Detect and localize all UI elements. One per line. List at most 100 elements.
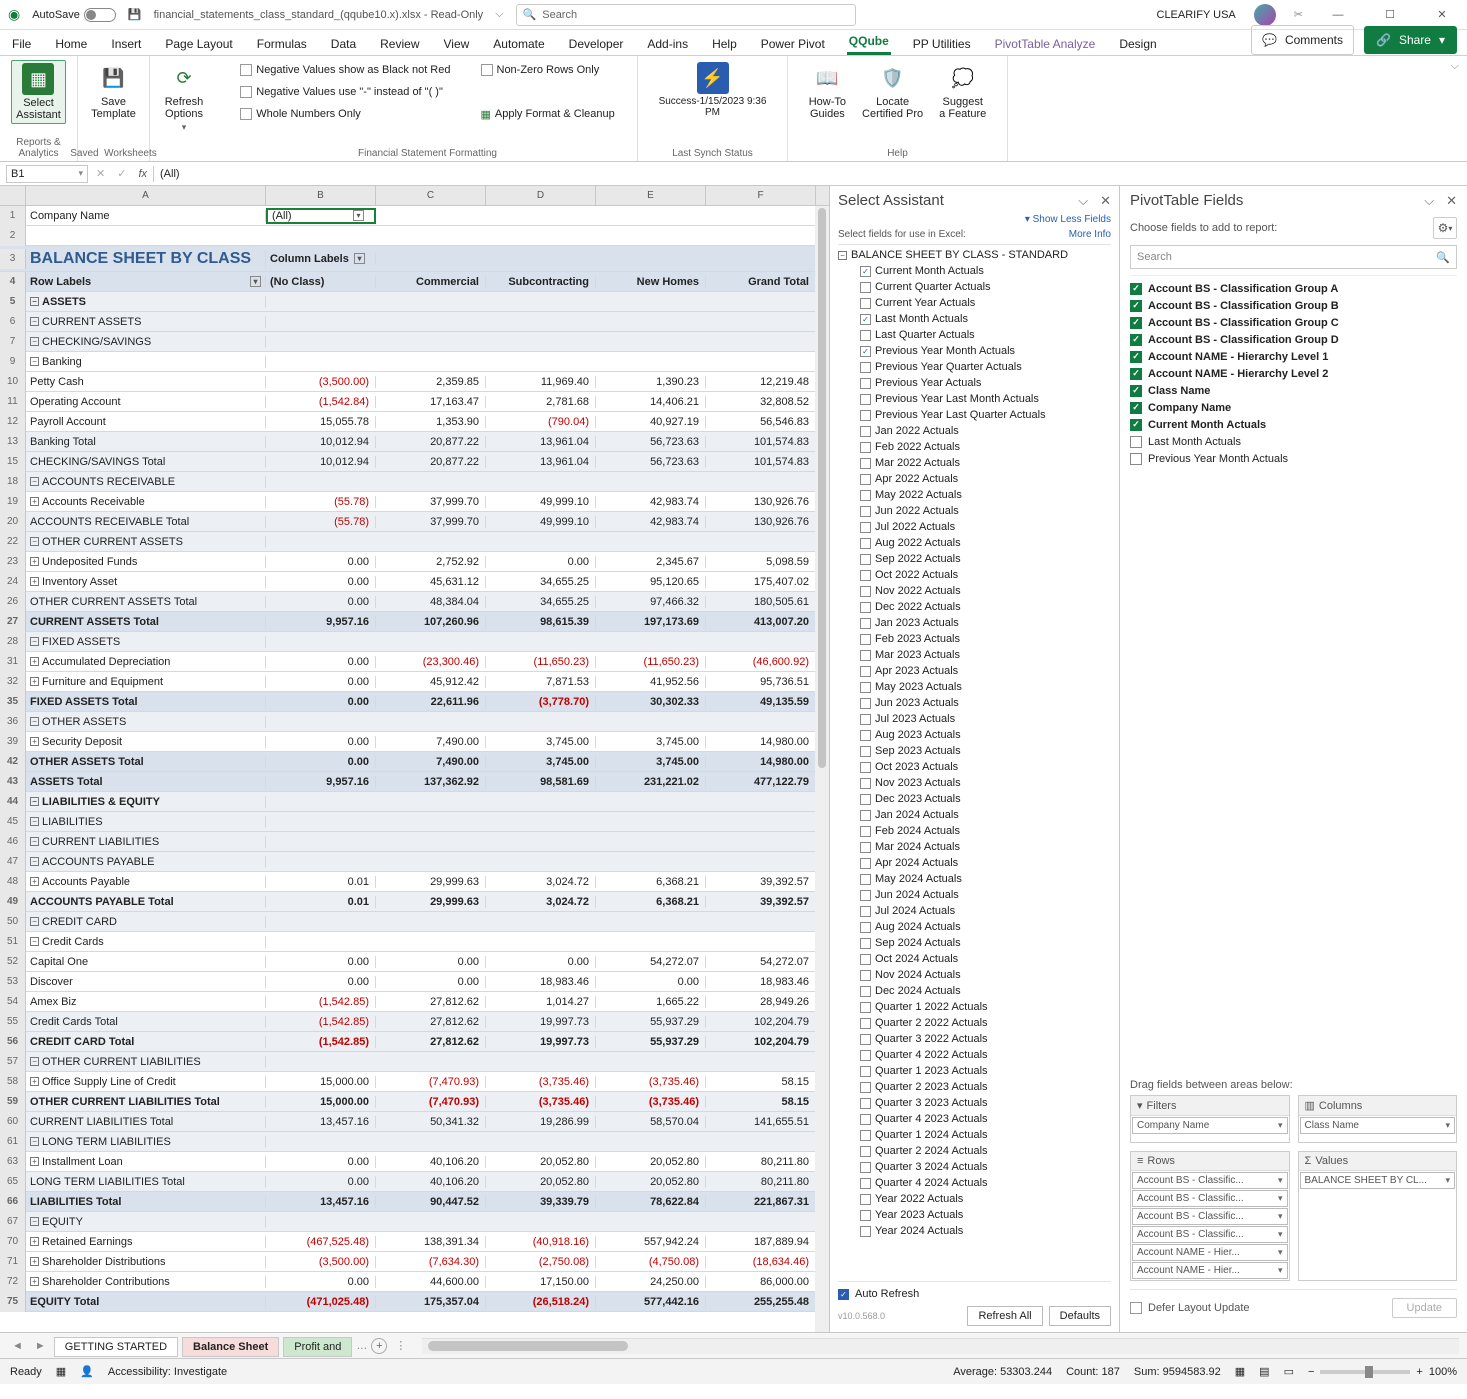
minus-icon[interactable]: − xyxy=(30,857,39,866)
tree-item[interactable]: Feb 2022 Actuals xyxy=(838,439,1111,455)
tree-item[interactable]: Jul 2022 Actuals xyxy=(838,519,1111,535)
minus-icon[interactable]: − xyxy=(30,1217,39,1226)
checkbox[interactable] xyxy=(860,794,871,805)
sheet-tab[interactable]: GETTING STARTED xyxy=(54,1337,178,1357)
checkbox[interactable] xyxy=(860,506,871,517)
plus-icon[interactable]: + xyxy=(30,737,39,746)
table-row[interactable]: 35FIXED ASSETS Total0.0022,611.96(3,778.… xyxy=(0,692,829,712)
area-field[interactable]: Account NAME - Hier...▾ xyxy=(1132,1244,1288,1261)
table-row[interactable]: 24+Inventory Asset0.0045,631.1234,655.25… xyxy=(0,572,829,592)
table-row[interactable]: 19+Accounts Receivable(55.78)37,999.7049… xyxy=(0,492,829,512)
ribbon-tab[interactable]: Automate xyxy=(491,33,546,55)
values-area[interactable]: ΣValues BALANCE SHEET BY CL...▾ xyxy=(1298,1151,1458,1281)
chevron-down-icon[interactable]: ▾ xyxy=(1278,1265,1283,1276)
filter-cell[interactable]: (All)▾ xyxy=(266,208,376,224)
collapse-icon[interactable]: ⌵ xyxy=(1424,193,1434,209)
select-all-corner[interactable] xyxy=(0,186,26,205)
col-F[interactable]: F xyxy=(706,186,816,205)
nav-prev[interactable]: ◄ xyxy=(8,1340,27,1352)
checkbox[interactable]: ✓ xyxy=(1130,402,1142,414)
tree-item[interactable]: Quarter 1 2024 Actuals xyxy=(838,1127,1111,1143)
pivot-field-item[interactable]: ✓Current Month Actuals xyxy=(1130,416,1457,433)
tree-item[interactable]: Nov 2024 Actuals xyxy=(838,967,1111,983)
gear-icon[interactable]: ⚙▾ xyxy=(1433,217,1457,239)
tree-item[interactable]: Current Year Actuals xyxy=(838,295,1111,311)
plus-icon[interactable]: + xyxy=(30,1237,39,1246)
collapse-icon[interactable]: ⌵ xyxy=(1078,193,1088,209)
checkbox[interactable] xyxy=(860,1162,871,1173)
show-less-link[interactable]: ▾ Show Less Fields xyxy=(1025,214,1111,225)
checkbox[interactable]: ✓ xyxy=(1130,351,1142,363)
select-assistant-button[interactable]: ▦ Select Assistant xyxy=(11,60,66,124)
autosave-toggle[interactable]: AutoSave xyxy=(32,8,116,22)
tree-item[interactable]: Year 2022 Actuals xyxy=(838,1191,1111,1207)
checkbox[interactable] xyxy=(860,298,871,309)
maximize-button[interactable]: ☐ xyxy=(1373,8,1407,21)
chevron-down-icon[interactable]: ▾ xyxy=(1445,1175,1450,1186)
ribbon-tab[interactable]: Help xyxy=(710,33,739,55)
nonzero-checkbox[interactable]: Non-Zero Rows Only xyxy=(481,60,615,80)
close-icon[interactable]: ✕ xyxy=(1100,193,1111,209)
plus-icon[interactable]: + xyxy=(30,657,39,666)
chevron-down-icon[interactable]: ▾ xyxy=(1278,1193,1283,1204)
ribbon-tab[interactable]: Home xyxy=(53,33,89,55)
ribbon-tab[interactable]: Insert xyxy=(109,33,143,55)
checkbox[interactable] xyxy=(860,634,871,645)
plus-icon[interactable]: + xyxy=(30,577,39,586)
plus-icon[interactable]: + xyxy=(30,497,39,506)
table-row[interactable]: 15CHECKING/SAVINGS Total10,012.9420,877.… xyxy=(0,452,829,472)
tree-root[interactable]: −BALANCE SHEET BY CLASS - STANDARD xyxy=(838,247,1111,263)
tree-item[interactable]: Quarter 1 2023 Actuals xyxy=(838,1063,1111,1079)
table-row[interactable]: 49ACCOUNTS PAYABLE Total0.0129,999.633,0… xyxy=(0,892,829,912)
chevron-down-icon[interactable]: ▾ xyxy=(1278,1229,1283,1240)
minus-icon[interactable]: − xyxy=(30,337,39,346)
table-row[interactable]: 36−OTHER ASSETS xyxy=(0,712,829,732)
tree-item[interactable]: Feb 2023 Actuals xyxy=(838,631,1111,647)
tree-item[interactable]: Oct 2022 Actuals xyxy=(838,567,1111,583)
checkbox[interactable] xyxy=(860,1050,871,1061)
pivot-field-item[interactable]: ✓Company Name xyxy=(1130,399,1457,416)
tree-item[interactable]: Sep 2023 Actuals xyxy=(838,743,1111,759)
checkbox[interactable] xyxy=(1130,436,1142,448)
tree-item[interactable]: Apr 2024 Actuals xyxy=(838,855,1111,871)
checkbox[interactable] xyxy=(860,890,871,901)
tree-item[interactable]: Mar 2023 Actuals xyxy=(838,647,1111,663)
tree-item[interactable]: Oct 2024 Actuals xyxy=(838,951,1111,967)
tree-item[interactable]: Jun 2023 Actuals xyxy=(838,695,1111,711)
toggle-icon[interactable] xyxy=(84,8,116,22)
locate-pro-button[interactable]: 🛡️Locate Certified Pro xyxy=(858,60,927,122)
tree-item[interactable]: Sep 2024 Actuals xyxy=(838,935,1111,951)
nav-next[interactable]: ► xyxy=(31,1340,50,1352)
plus-icon[interactable]: + xyxy=(30,1077,39,1086)
table-row[interactable]: 65LONG TERM LIABILITIES Total0.0040,106.… xyxy=(0,1172,829,1192)
minus-icon[interactable]: − xyxy=(30,537,39,546)
ribbon-tab[interactable]: PP Utilities xyxy=(911,33,973,55)
checkbox[interactable] xyxy=(860,1082,871,1093)
pivot-field-item[interactable]: ✓Class Name xyxy=(1130,382,1457,399)
refresh-options-button[interactable]: ⟳ Refresh Options ▾ xyxy=(161,60,208,135)
zoom-slider[interactable] xyxy=(1320,1370,1410,1374)
tree-item[interactable]: May 2022 Actuals xyxy=(838,487,1111,503)
area-field[interactable]: Account BS - Classific...▾ xyxy=(1132,1208,1288,1225)
column-headers[interactable]: A B C D E F xyxy=(0,186,829,206)
checkbox[interactable] xyxy=(860,954,871,965)
minimize-button[interactable]: — xyxy=(1321,9,1355,21)
formula-input[interactable]: (All) xyxy=(153,166,1467,182)
tree-item[interactable]: Dec 2022 Actuals xyxy=(838,599,1111,615)
table-row[interactable]: 45−LIABILITIES xyxy=(0,812,829,832)
tree-item[interactable]: May 2024 Actuals xyxy=(838,871,1111,887)
pivot-field-item[interactable]: ✓Account NAME - Hierarchy Level 1 xyxy=(1130,348,1457,365)
sheet-tabs[interactable]: ◄ ► GETTING STARTED Balance Sheet Profit… xyxy=(0,1332,1467,1358)
plus-icon[interactable]: + xyxy=(30,1257,39,1266)
sheet-tab-active[interactable]: Balance Sheet xyxy=(182,1337,279,1357)
close-button[interactable]: ✕ xyxy=(1425,8,1459,21)
tree-item[interactable]: ✓Previous Year Month Actuals xyxy=(838,343,1111,359)
ribbon-tab[interactable]: View xyxy=(442,33,472,55)
tree-item[interactable]: Jun 2024 Actuals xyxy=(838,887,1111,903)
tree-item[interactable]: Quarter 4 2024 Actuals xyxy=(838,1175,1111,1191)
chevron-down-icon[interactable]: ▾ xyxy=(1278,1120,1283,1131)
tree-item[interactable]: Jan 2024 Actuals xyxy=(838,807,1111,823)
checkbox[interactable] xyxy=(860,826,871,837)
suggest-button[interactable]: 💭Suggest a Feature xyxy=(935,60,990,122)
checkbox[interactable] xyxy=(860,362,871,373)
